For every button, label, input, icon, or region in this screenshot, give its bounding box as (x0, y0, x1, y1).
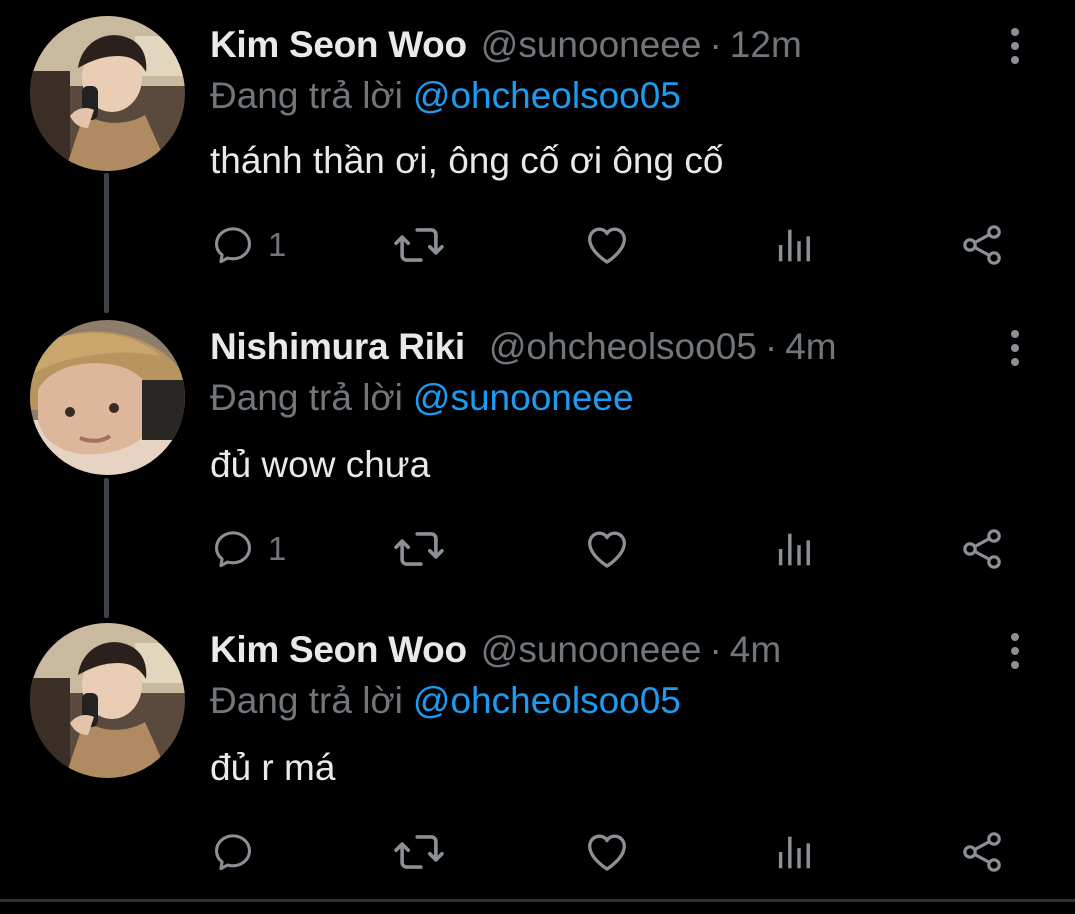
reply-button[interactable]: 1 (210, 522, 286, 576)
replying-to-mention[interactable]: @ohcheolsoo05 (413, 680, 681, 721)
reply-icon (210, 829, 256, 875)
timestamp[interactable]: 12m (730, 24, 802, 66)
replying-to-mention[interactable]: @sunooneee (413, 377, 634, 418)
retweet-button[interactable] (392, 218, 446, 272)
like-button[interactable] (582, 522, 632, 576)
tweet-header: Kim Seon Woo @sunooneee · 12m (210, 24, 802, 66)
reply-button[interactable] (210, 825, 268, 879)
analytics-button[interactable] (772, 825, 818, 879)
avatar-kim-seon-woo-image (30, 16, 185, 171)
share-icon (958, 221, 1006, 269)
avatar-nishimura-riki-image (30, 320, 185, 475)
analytics-button[interactable] (772, 218, 818, 272)
share-icon (958, 828, 1006, 876)
retweet-button[interactable] (392, 825, 446, 879)
tweet-text: đủ r má (210, 747, 336, 788)
user-handle[interactable]: @ohcheolsoo05 (489, 326, 757, 368)
share-button[interactable] (958, 522, 1006, 576)
tweet-text: đủ wow chưa (210, 444, 431, 485)
replying-to-label: Đang trả lời (210, 680, 403, 721)
avatar[interactable] (30, 320, 185, 475)
retweet-icon (392, 522, 446, 576)
user-handle[interactable]: @sunooneee (481, 629, 702, 671)
replying-to: Đang trả lời @ohcheolsoo05 (210, 74, 681, 118)
more-vertical-icon[interactable] (997, 26, 1033, 66)
retweet-icon (392, 825, 446, 879)
replying-to: Đang trả lời @sunooneee (210, 376, 634, 420)
heart-icon (582, 524, 632, 574)
reply-count: 1 (268, 226, 287, 263)
replying-to: Đang trả lời @ohcheolsoo05 (210, 679, 681, 723)
more-vertical-icon[interactable] (997, 328, 1033, 368)
tweet[interactable]: Kim Seon Woo @sunooneee · 12m Đang trả l… (0, 0, 1075, 300)
share-icon (958, 525, 1006, 573)
tweet[interactable]: Nishimura Riki @ohcheolsoo05 · 4m Đang t… (0, 300, 1075, 605)
replying-to-mention[interactable]: @ohcheolsoo05 (413, 75, 681, 116)
tweet-actions: 1 (210, 218, 1020, 272)
heart-icon (582, 827, 632, 877)
analytics-button[interactable] (772, 522, 818, 576)
separator: · (709, 24, 722, 65)
separator: · (764, 326, 778, 367)
timestamp[interactable]: 4m (730, 629, 781, 671)
reply-thread: Kim Seon Woo @sunooneee · 12m Đang trả l… (0, 0, 1075, 914)
reply-count: 1 (268, 530, 287, 567)
retweet-button[interactable] (392, 522, 446, 576)
display-name[interactable]: Nishimura Riki (210, 326, 465, 368)
tweet[interactable]: Kim Seon Woo @sunooneee · 4m Đang trả lờ… (0, 605, 1075, 905)
avatar[interactable] (30, 623, 185, 778)
like-button[interactable] (582, 825, 632, 879)
divider (0, 899, 1075, 902)
avatar[interactable] (30, 16, 185, 171)
analytics-icon (772, 222, 818, 268)
analytics-icon (772, 526, 818, 572)
share-button[interactable] (958, 218, 1006, 272)
reply-button[interactable]: 1 (210, 218, 286, 272)
retweet-icon (392, 218, 446, 272)
tweet-header: Kim Seon Woo @sunooneee · 4m (210, 629, 781, 671)
display-name[interactable]: Kim Seon Woo (210, 629, 467, 671)
separator: · (709, 629, 722, 670)
user-handle[interactable]: @sunooneee (481, 24, 702, 66)
tweet-actions: 1 (210, 522, 1020, 576)
replying-to-label: Đang trả lời (210, 377, 403, 418)
share-button[interactable] (958, 825, 1006, 879)
replying-to-label: Đang trả lời (210, 75, 403, 116)
like-button[interactable] (582, 218, 632, 272)
timestamp[interactable]: 4m (785, 326, 836, 368)
analytics-icon (772, 829, 818, 875)
reply-icon (210, 222, 256, 268)
tweet-header: Nishimura Riki @ohcheolsoo05 · 4m (210, 326, 837, 368)
reply-icon (210, 526, 256, 572)
display-name[interactable]: Kim Seon Woo (210, 24, 467, 66)
avatar-kim-seon-woo-image (30, 623, 185, 778)
more-vertical-icon[interactable] (997, 631, 1033, 671)
tweet-actions (210, 825, 1020, 879)
tweet-text: thánh thần ơi, ông cố ơi ông cố (210, 140, 724, 181)
heart-icon (582, 220, 632, 270)
